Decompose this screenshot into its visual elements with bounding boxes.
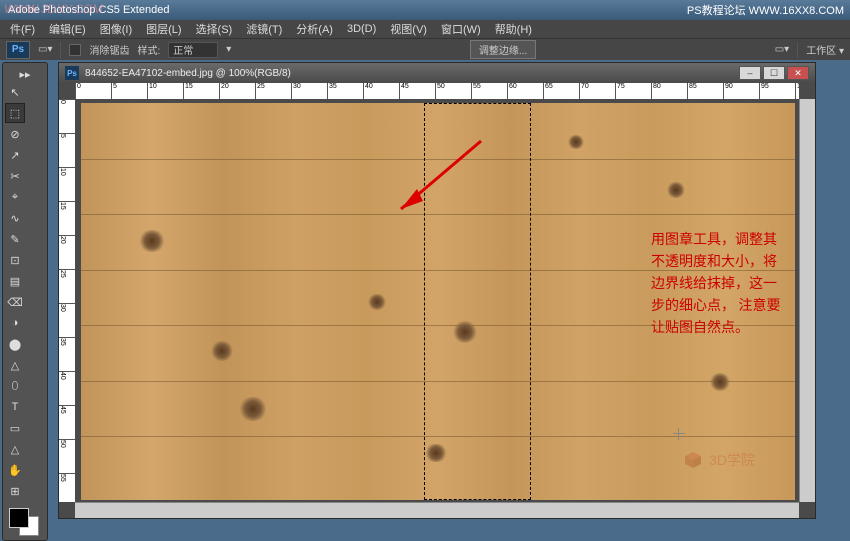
sample-target-icon <box>673 428 685 440</box>
menu-select[interactable]: 选择(S) <box>190 21 239 37</box>
watermark-3d-academy: 3D学院 <box>683 450 755 470</box>
menu-view[interactable]: 视图(V) <box>384 21 433 37</box>
separator <box>797 42 798 58</box>
cube-icon <box>683 450 703 470</box>
antialias-checkbox[interactable] <box>69 44 81 56</box>
menu-file[interactable]: 件(F) <box>4 21 41 37</box>
crop-tool-icon[interactable]: ✂ <box>5 166 25 186</box>
options-bar: Ps ▭▾ 消除锯齿 样式: ▾ 调整边缘... ▭▾ 工作区 ▾ <box>0 38 850 60</box>
screen-mode-icon[interactable]: ▭▾ <box>775 44 789 55</box>
marquee-tool-icon[interactable]: ⬚ <box>5 103 25 123</box>
toolbox: ▸▸ ↖ ⬚ ⊘ ↗ ✂ ⌖ ∿ ✎ ⊡ ▤ ⌫ ◑ ⬤ △ ⬯ T ▭ △ ✋… <box>2 62 48 541</box>
hand-tool-icon[interactable]: ✋ <box>5 460 25 480</box>
annotation-text: 用图章工具，调整其不透明度和大小，将边界线给抹掉，这一步的细心点， 注意要让贴图… <box>651 230 781 340</box>
doc-close-button[interactable]: ✕ <box>787 66 809 80</box>
menu-filter[interactable]: 滤镜(T) <box>240 21 288 37</box>
workspace-area: ▸▸ ↖ ⬚ ⊘ ↗ ✂ ⌖ ∿ ✎ ⊡ ▤ ⌫ ◑ ⬤ △ ⬯ T ▭ △ ✋… <box>0 60 850 525</box>
lasso-tool-icon[interactable]: ⊘ <box>5 124 25 144</box>
vertical-ruler[interactable]: 051015202530354045505560 <box>59 99 75 502</box>
menu-layer[interactable]: 图层(L) <box>140 21 187 37</box>
menu-3d[interactable]: 3D(D) <box>341 23 382 35</box>
brush-tool-icon[interactable]: ✎ <box>5 229 25 249</box>
horizontal-ruler[interactable]: 0510152025303540455055606570758085909510… <box>75 83 799 99</box>
canvas-viewport[interactable]: 用图章工具，调整其不透明度和大小，将边界线给抹掉，这一步的细心点， 注意要让贴图… <box>75 99 799 502</box>
style-select[interactable] <box>168 42 218 58</box>
eyedropper-tool-icon[interactable]: ⌖ <box>5 187 25 207</box>
doc-maximize-button[interactable]: ☐ <box>763 66 785 80</box>
watermark-3dxy: WWW.3DXY.COM <box>4 2 102 16</box>
horizontal-scrollbar[interactable] <box>75 502 799 518</box>
menu-window[interactable]: 窗口(W) <box>435 21 487 37</box>
canvas-image[interactable]: 用图章工具，调整其不透明度和大小，将边界线给抹掉，这一步的细心点， 注意要让贴图… <box>81 103 795 500</box>
menu-analysis[interactable]: 分析(A) <box>290 21 339 37</box>
menu-image[interactable]: 图像(I) <box>94 21 138 37</box>
antialias-label: 消除锯齿 <box>89 42 129 57</box>
separator <box>60 42 61 58</box>
refine-edge-button[interactable]: 调整边缘... <box>470 40 536 59</box>
color-swatches[interactable] <box>5 506 45 536</box>
menubar: 件(F) 编辑(E) 图像(I) 图层(L) 选择(S) 滤镜(T) 分析(A)… <box>0 20 850 38</box>
blur-tool-icon[interactable]: ⬤ <box>5 334 25 354</box>
ps-home-icon[interactable]: Ps <box>6 41 30 59</box>
workspace-switcher[interactable]: 工作区 ▾ <box>806 42 844 57</box>
menu-help[interactable]: 帮助(H) <box>489 21 538 37</box>
menu-edit[interactable]: 编辑(E) <box>43 21 92 37</box>
fg-color-swatch[interactable] <box>9 508 29 528</box>
vertical-scrollbar[interactable] <box>799 99 815 502</box>
document-title: 844652-EA47102-embed.jpg @ 100%(RGB/8) <box>85 68 291 79</box>
gradient-tool-icon[interactable]: ◑ <box>5 313 25 333</box>
pen-tool-icon[interactable]: ⬯ <box>5 376 25 396</box>
style-label: 样式: <box>137 42 160 57</box>
type-tool-icon[interactable]: T <box>5 397 25 417</box>
zoom-tool-icon[interactable]: ⊞ <box>5 481 25 501</box>
stamp-tool-icon[interactable]: ⊡ <box>5 250 25 270</box>
wand-tool-icon[interactable]: ↗ <box>5 145 25 165</box>
document-window: Ps 844652-EA47102-embed.jpg @ 100%(RGB/8… <box>58 62 816 519</box>
heal-tool-icon[interactable]: ∿ <box>5 208 25 228</box>
eraser-tool-icon[interactable]: ⌫ <box>5 292 25 312</box>
move-tool-icon[interactable]: ↖ <box>5 82 25 102</box>
doc-minimize-button[interactable]: – <box>739 66 761 80</box>
dodge-tool-icon[interactable]: △ <box>5 355 25 375</box>
tool-swatch-icon[interactable]: ▭▾ <box>38 44 52 55</box>
annotation-arrow-icon <box>381 135 491 225</box>
shape-tool-icon[interactable]: △ <box>5 439 25 459</box>
path-tool-icon[interactable]: ▭ <box>5 418 25 438</box>
history-brush-tool-icon[interactable]: ▤ <box>5 271 25 291</box>
doc-ps-icon: Ps <box>65 66 79 80</box>
toolbox-grip[interactable]: ▸▸ <box>5 67 45 81</box>
document-titlebar[interactable]: Ps 844652-EA47102-embed.jpg @ 100%(RGB/8… <box>59 63 815 83</box>
watermark-16xx8: PS教程论坛 WWW.16XX8.COM <box>687 2 844 18</box>
